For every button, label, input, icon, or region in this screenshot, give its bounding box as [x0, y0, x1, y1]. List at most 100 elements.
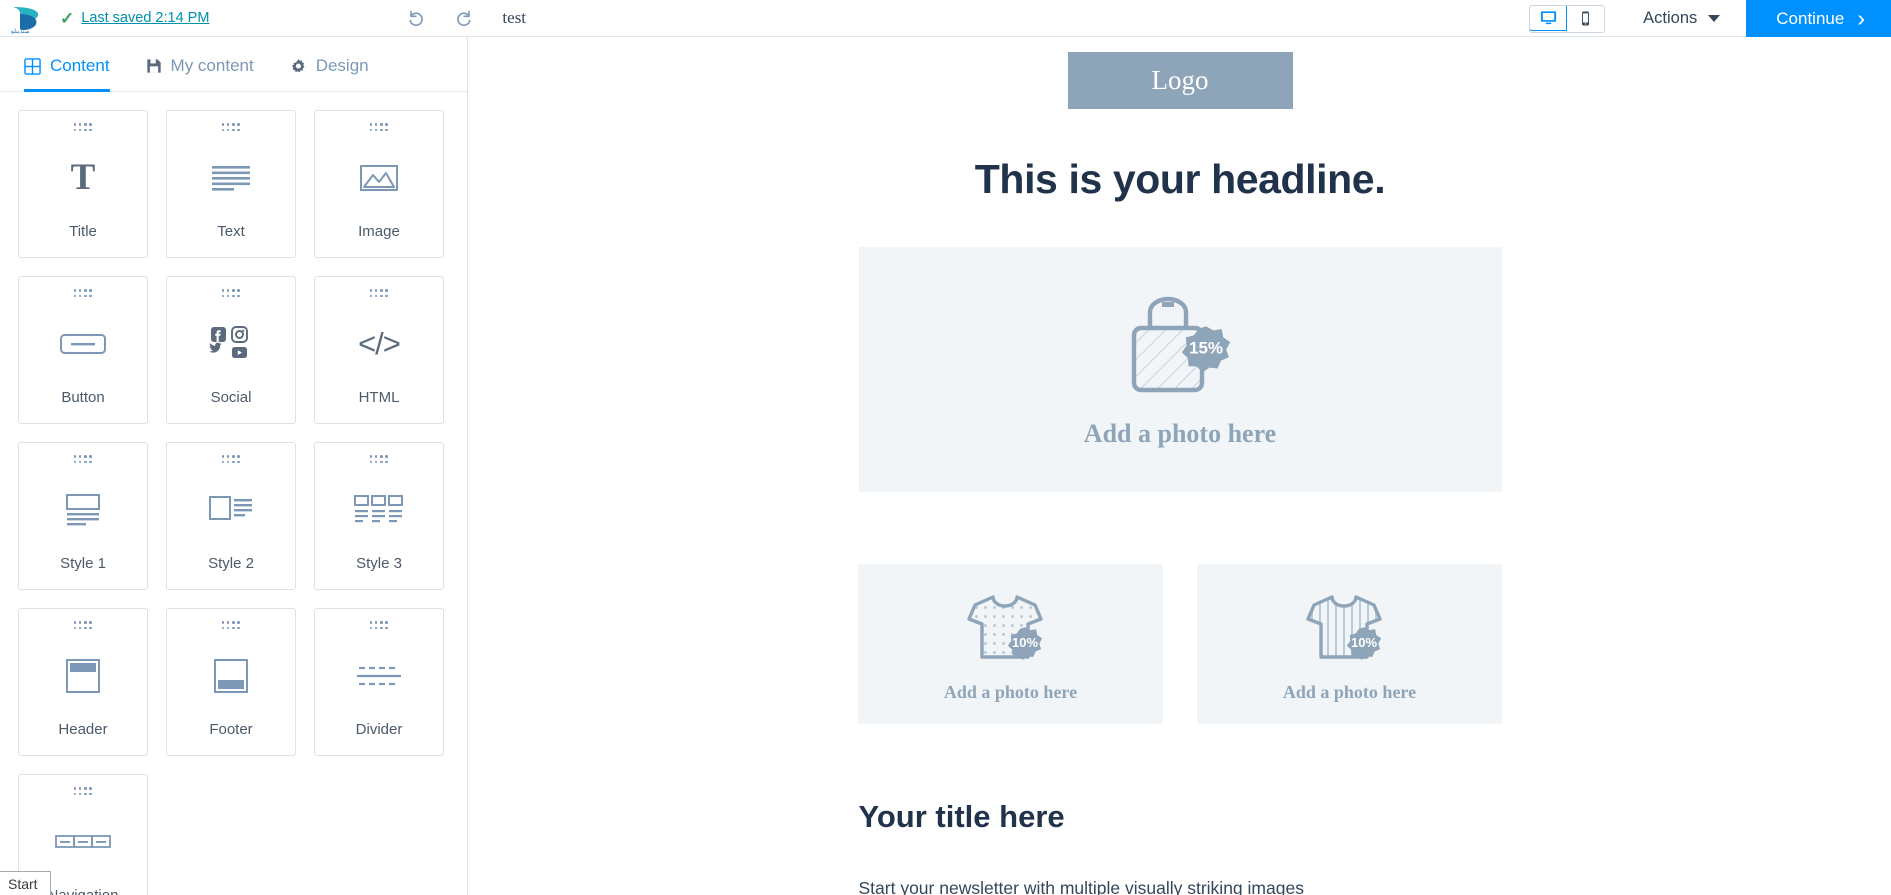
youtube-icon [232, 346, 247, 358]
tab-my-content[interactable]: My content [146, 56, 254, 92]
sendinblue-logo[interactable]: سنديبلو [0, 0, 52, 37]
block-label: Button [61, 389, 105, 406]
block-card-button[interactable]: Button [18, 276, 148, 424]
desktop-preview-button[interactable] [1530, 5, 1568, 31]
block-card-header[interactable]: Header [18, 608, 148, 756]
hero-photo-caption: Add a photo here [1083, 419, 1277, 448]
twitter-icon [209, 342, 222, 353]
actions-menu-button[interactable]: Actions [1643, 9, 1746, 28]
block-card-html[interactable]: </> HTML [314, 276, 444, 424]
drag-handle-icon[interactable] [221, 289, 241, 298]
drag-handle-icon[interactable] [369, 289, 389, 298]
tshirt-striped-icon: 10% [1302, 585, 1398, 676]
save-status: ✓ Last saved 2:14 PM [52, 0, 209, 36]
drag-handle-icon[interactable] [73, 787, 93, 796]
tab-content-label: Content [50, 56, 110, 75]
headline-text[interactable]: This is your headline. [975, 156, 1386, 203]
photo-placeholder-left[interactable]: 10% Add a photo here [858, 564, 1163, 724]
photo-badge-text: 10% [1350, 635, 1376, 650]
drag-handle-icon[interactable] [73, 621, 93, 630]
block-card-style-2[interactable]: Style 2 [166, 442, 296, 590]
block-label: Social [210, 389, 252, 406]
title-T-icon: T [70, 157, 96, 198]
check-icon: ✓ [60, 8, 75, 28]
continue-label: Continue [1776, 8, 1845, 28]
block-label: Style 3 [356, 555, 402, 572]
logo-placeholder-block[interactable]: Logo [1067, 52, 1293, 109]
block-label: Style 2 [208, 555, 254, 572]
content-sidebar: Content My content Design T Title Text I… [0, 37, 468, 895]
document-title-field[interactable]: test [502, 8, 526, 28]
divider-lines-icon [315, 630, 443, 721]
block-label: HTML [358, 389, 400, 406]
photo-caption-right: Add a photo here [1282, 682, 1417, 702]
drag-handle-icon[interactable] [73, 123, 93, 132]
block-label: Text [217, 223, 245, 240]
block-label: Title [69, 223, 97, 240]
body-title[interactable]: Your title here [859, 799, 1502, 835]
last-saved-link[interactable]: Last saved 2:14 PM [81, 10, 209, 26]
body-paragraph[interactable]: Start your newsletter with multiple visu… [859, 875, 1502, 895]
text-lines-icon [167, 132, 295, 223]
drag-handle-icon[interactable] [369, 455, 389, 464]
drag-handle-icon[interactable] [369, 123, 389, 132]
block-card-divider[interactable]: Divider [314, 608, 444, 756]
block-label: Navigation [48, 887, 119, 895]
logo-placeholder-label: Logo [1151, 65, 1209, 95]
button-rect-icon [19, 298, 147, 389]
tab-my-content-label: My content [170, 56, 254, 75]
chevron-right-icon: › [1857, 5, 1865, 31]
tab-content[interactable]: Content [24, 56, 110, 92]
block-card-footer[interactable]: Footer [166, 608, 296, 756]
tshirt-dotted-icon: 10% [963, 585, 1059, 676]
block-card-style-1[interactable]: Style 1 [18, 442, 148, 590]
top-toolbar: سنديبلو ✓ Last saved 2:14 PM test Action… [0, 0, 1891, 37]
hero-badge-text: 15% [1189, 339, 1223, 358]
mobile-preview-button[interactable] [1566, 5, 1605, 32]
continue-button[interactable]: Continue › [1746, 0, 1891, 37]
footer-bar-icon [167, 630, 295, 721]
grid-icon [24, 57, 41, 75]
undo-button[interactable] [405, 7, 427, 29]
drag-handle-icon[interactable] [221, 123, 241, 132]
layout-image-over-text-icon [19, 464, 147, 555]
device-preview-toggle [1529, 4, 1606, 33]
redo-button[interactable] [453, 7, 475, 29]
block-card-image[interactable]: Image [314, 110, 444, 258]
code-brackets-icon: </> [358, 326, 401, 361]
start-status-chip[interactable]: Start [0, 871, 51, 895]
save-icon [146, 58, 162, 74]
header-bar-icon [19, 630, 147, 721]
actions-label: Actions [1643, 9, 1698, 27]
topbar-right-group: Actions Continue › [1529, 0, 1891, 37]
content-blocks-grid: T Title Text Image Button Social </> HTM… [0, 92, 467, 895]
instagram-icon [231, 325, 248, 343]
start-label: Start [8, 875, 38, 892]
block-card-text[interactable]: Text [166, 110, 296, 258]
drag-handle-icon[interactable] [369, 621, 389, 630]
drag-handle-icon[interactable] [221, 455, 241, 464]
svg-text:سنديبلو: سنديبلو [10, 28, 30, 34]
hero-photo-placeholder[interactable]: 15% Add a photo here [858, 247, 1502, 492]
block-card-style-3[interactable]: Style 3 [314, 442, 444, 590]
drag-handle-icon[interactable] [73, 289, 93, 298]
drag-handle-icon[interactable] [221, 621, 241, 630]
tab-design[interactable]: Design [290, 56, 369, 92]
body-text-block: Your title here Start your newsletter wi… [859, 799, 1502, 895]
facebook-icon [211, 326, 226, 342]
photo-placeholder-right[interactable]: 10% Add a photo here [1197, 564, 1502, 724]
email-preview-canvas: Logo This is your headline. 15% Add a ph… [469, 37, 1891, 895]
image-mountain-icon [315, 132, 443, 223]
chevron-down-icon [1708, 15, 1721, 22]
tab-design-label: Design [315, 56, 369, 75]
photo-badge-text: 10% [1011, 635, 1037, 650]
block-label: Divider [355, 721, 403, 738]
drag-handle-icon[interactable] [73, 455, 93, 464]
social-networks-icon [167, 298, 295, 389]
block-card-title[interactable]: T Title [18, 110, 148, 258]
layout-image-beside-text-icon [167, 464, 295, 555]
photo-placeholder-row: 10% Add a photo here 10% Add a photo her… [858, 564, 1502, 724]
email-template-body: Logo This is your headline. 15% Add a ph… [469, 37, 1891, 895]
layout-three-columns-icon [315, 464, 443, 555]
block-card-social[interactable]: Social [166, 276, 296, 424]
